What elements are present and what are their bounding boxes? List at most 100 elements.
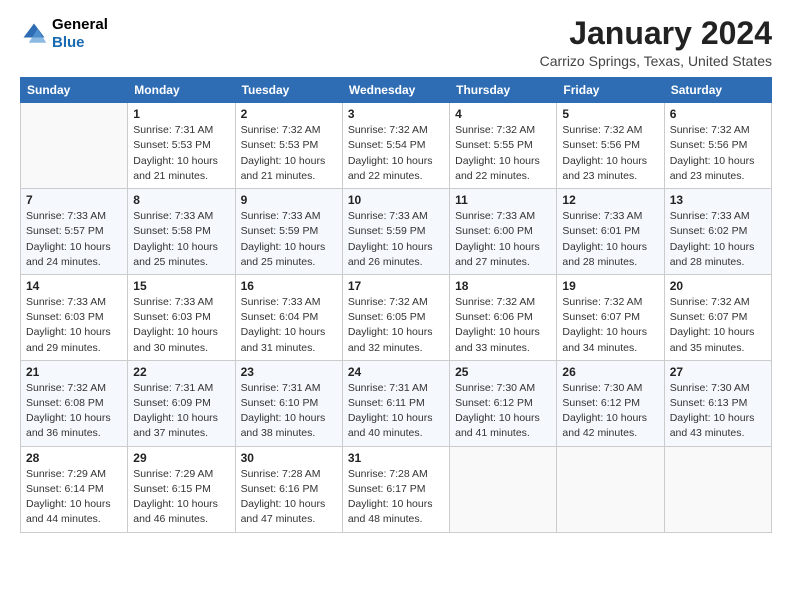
day-info: Sunrise: 7:32 AM Sunset: 5:54 PM Dayligh…: [348, 123, 444, 184]
col-monday: Monday: [128, 78, 235, 103]
day-number: 12: [562, 193, 658, 207]
main-title: January 2024: [540, 16, 772, 51]
title-block: January 2024 Carrizo Springs, Texas, Uni…: [540, 16, 772, 69]
table-row: 26Sunrise: 7:30 AM Sunset: 6:12 PM Dayli…: [557, 360, 664, 446]
day-info: Sunrise: 7:30 AM Sunset: 6:12 PM Dayligh…: [562, 381, 658, 442]
day-info: Sunrise: 7:33 AM Sunset: 6:03 PM Dayligh…: [133, 295, 229, 356]
day-number: 18: [455, 279, 551, 293]
day-number: 25: [455, 365, 551, 379]
table-row: [557, 446, 664, 532]
day-info: Sunrise: 7:28 AM Sunset: 6:17 PM Dayligh…: [348, 467, 444, 528]
table-row: 5 Sunrise: 7:32 AM Sunset: 5:56 PM Daylig…: [557, 103, 664, 189]
table-row: 19 Sunrise: 7:32 AM Sunset: 6:07 PM Dayli…: [557, 274, 664, 360]
table-row: 29 Sunrise: 7:29 AM Sunset: 6:15 PM Dayli…: [128, 446, 235, 532]
table-row: 2Sunrise: 7:32 AM Sunset: 5:53 PM Daylig…: [235, 103, 342, 189]
day-info: Sunrise: 7:32 AM Sunset: 6:07 PM Dayligh…: [562, 295, 658, 356]
table-row: 20 Sunrise: 7:32 AM Sunset: 6:07 PM Dayli…: [664, 274, 771, 360]
day-number: 7: [26, 193, 122, 207]
logo-text: General Blue: [52, 16, 108, 52]
day-info: Sunrise: 7:32 AM Sunset: 6:05 PM Dayligh…: [348, 295, 444, 356]
day-number: 1: [133, 107, 229, 121]
day-number: 24: [348, 365, 444, 379]
day-info: Sunrise: 7:31 AM Sunset: 6:11 PM Dayligh…: [348, 381, 444, 442]
table-row: 23Sunrise: 7:31 AM Sunset: 6:10 PM Dayli…: [235, 360, 342, 446]
table-row: 8 Sunrise: 7:33 AM Sunset: 5:58 PM Daylig…: [128, 189, 235, 275]
table-row: 27Sunrise: 7:30 AM Sunset: 6:13 PM Dayli…: [664, 360, 771, 446]
table-row: 9 Sunrise: 7:33 AM Sunset: 5:59 PM Daylig…: [235, 189, 342, 275]
col-sunday: Sunday: [21, 78, 128, 103]
col-thursday: Thursday: [450, 78, 557, 103]
col-wednesday: Wednesday: [342, 78, 449, 103]
day-info: Sunrise: 7:32 AM Sunset: 6:06 PM Dayligh…: [455, 295, 551, 356]
table-row: 15 Sunrise: 7:33 AM Sunset: 6:03 PM Dayli…: [128, 274, 235, 360]
day-number: 4: [455, 107, 551, 121]
day-number: 6: [670, 107, 766, 121]
table-row: 22Sunrise: 7:31 AM Sunset: 6:09 PM Dayli…: [128, 360, 235, 446]
calendar-week-row: 14Sunrise: 7:33 AM Sunset: 6:03 PM Dayli…: [21, 274, 772, 360]
day-number: 17: [348, 279, 444, 293]
day-number: 20: [670, 279, 766, 293]
day-info: Sunrise: 7:31 AM Sunset: 6:10 PM Dayligh…: [241, 381, 337, 442]
day-number: 13: [670, 193, 766, 207]
day-info: Sunrise: 7:33 AM Sunset: 6:01 PM Dayligh…: [562, 209, 658, 270]
day-info: Sunrise: 7:32 AM Sunset: 5:56 PM Dayligh…: [670, 123, 766, 184]
calendar-header-row: Sunday Monday Tuesday Wednesday Thursday…: [21, 78, 772, 103]
logo: General Blue: [20, 16, 108, 52]
table-row: 28Sunrise: 7:29 AM Sunset: 6:14 PM Dayli…: [21, 446, 128, 532]
day-number: 5: [562, 107, 658, 121]
table-row: 3Sunrise: 7:32 AM Sunset: 5:54 PM Daylig…: [342, 103, 449, 189]
calendar: Sunday Monday Tuesday Wednesday Thursday…: [20, 77, 772, 532]
day-number: 11: [455, 193, 551, 207]
day-info: Sunrise: 7:31 AM Sunset: 5:53 PM Dayligh…: [133, 123, 229, 184]
day-number: 21: [26, 365, 122, 379]
day-number: 28: [26, 451, 122, 465]
table-row: 13 Sunrise: 7:33 AM Sunset: 6:02 PM Dayli…: [664, 189, 771, 275]
day-number: 16: [241, 279, 337, 293]
calendar-week-row: 7 Sunrise: 7:33 AM Sunset: 5:57 PM Daylig…: [21, 189, 772, 275]
table-row: 1 Sunrise: 7:31 AM Sunset: 5:53 PM Daylig…: [128, 103, 235, 189]
day-info: Sunrise: 7:33 AM Sunset: 5:57 PM Dayligh…: [26, 209, 122, 270]
col-friday: Friday: [557, 78, 664, 103]
day-info: Sunrise: 7:33 AM Sunset: 6:04 PM Dayligh…: [241, 295, 337, 356]
day-number: 31: [348, 451, 444, 465]
table-row: 11 Sunrise: 7:33 AM Sunset: 6:00 PM Dayli…: [450, 189, 557, 275]
col-saturday: Saturday: [664, 78, 771, 103]
day-info: Sunrise: 7:32 AM Sunset: 5:55 PM Dayligh…: [455, 123, 551, 184]
page: General Blue January 2024 Carrizo Spring…: [0, 0, 792, 545]
day-info: Sunrise: 7:32 AM Sunset: 5:56 PM Dayligh…: [562, 123, 658, 184]
table-row: 18 Sunrise: 7:32 AM Sunset: 6:06 PM Dayli…: [450, 274, 557, 360]
table-row: 17 Sunrise: 7:32 AM Sunset: 6:05 PM Dayli…: [342, 274, 449, 360]
table-row: [21, 103, 128, 189]
table-row: 7 Sunrise: 7:33 AM Sunset: 5:57 PM Daylig…: [21, 189, 128, 275]
day-number: 15: [133, 279, 229, 293]
day-info: Sunrise: 7:33 AM Sunset: 6:00 PM Dayligh…: [455, 209, 551, 270]
logo-icon: [20, 20, 48, 48]
day-info: Sunrise: 7:33 AM Sunset: 6:03 PM Dayligh…: [26, 295, 122, 356]
table-row: 21Sunrise: 7:32 AM Sunset: 6:08 PM Dayli…: [21, 360, 128, 446]
day-info: Sunrise: 7:33 AM Sunset: 6:02 PM Dayligh…: [670, 209, 766, 270]
day-number: 22: [133, 365, 229, 379]
table-row: 4 Sunrise: 7:32 AM Sunset: 5:55 PM Daylig…: [450, 103, 557, 189]
day-info: Sunrise: 7:32 AM Sunset: 6:07 PM Dayligh…: [670, 295, 766, 356]
day-number: 29: [133, 451, 229, 465]
sub-title: Carrizo Springs, Texas, United States: [540, 53, 772, 69]
table-row: 12 Sunrise: 7:33 AM Sunset: 6:01 PM Dayli…: [557, 189, 664, 275]
table-row: 10Sunrise: 7:33 AM Sunset: 5:59 PM Dayli…: [342, 189, 449, 275]
day-info: Sunrise: 7:33 AM Sunset: 5:59 PM Dayligh…: [348, 209, 444, 270]
day-number: 19: [562, 279, 658, 293]
day-info: Sunrise: 7:33 AM Sunset: 5:58 PM Dayligh…: [133, 209, 229, 270]
day-info: Sunrise: 7:30 AM Sunset: 6:13 PM Dayligh…: [670, 381, 766, 442]
day-info: Sunrise: 7:29 AM Sunset: 6:15 PM Dayligh…: [133, 467, 229, 528]
day-number: 9: [241, 193, 337, 207]
day-info: Sunrise: 7:28 AM Sunset: 6:16 PM Dayligh…: [241, 467, 337, 528]
table-row: 6 Sunrise: 7:32 AM Sunset: 5:56 PM Daylig…: [664, 103, 771, 189]
header: General Blue January 2024 Carrizo Spring…: [20, 16, 772, 69]
day-info: Sunrise: 7:33 AM Sunset: 5:59 PM Dayligh…: [241, 209, 337, 270]
table-row: [450, 446, 557, 532]
day-number: 8: [133, 193, 229, 207]
table-row: [664, 446, 771, 532]
logo-blue: Blue: [52, 34, 108, 52]
day-info: Sunrise: 7:30 AM Sunset: 6:12 PM Dayligh…: [455, 381, 551, 442]
table-row: 30Sunrise: 7:28 AM Sunset: 6:16 PM Dayli…: [235, 446, 342, 532]
day-info: Sunrise: 7:32 AM Sunset: 5:53 PM Dayligh…: [241, 123, 337, 184]
